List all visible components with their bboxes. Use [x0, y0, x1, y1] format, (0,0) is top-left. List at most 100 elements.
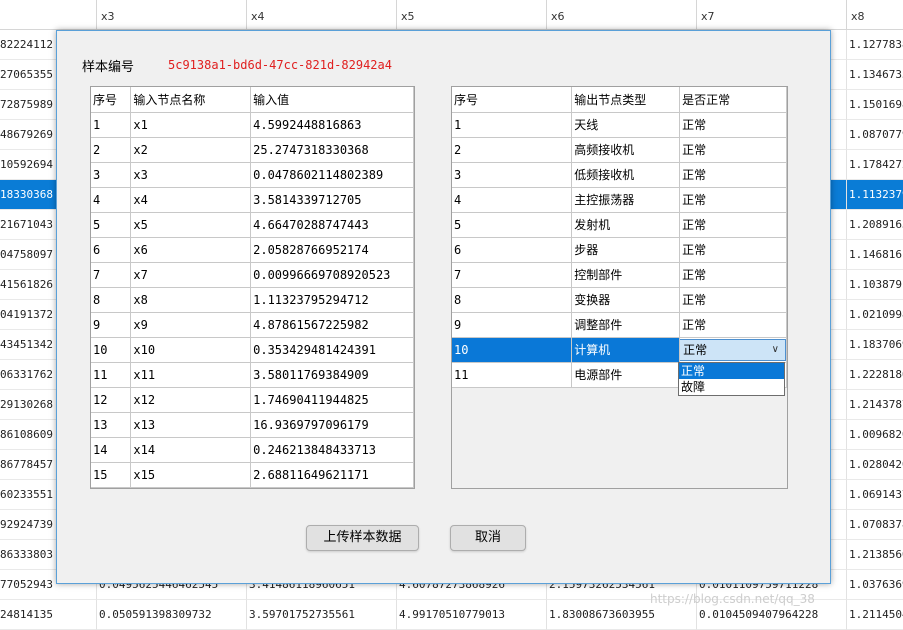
input-value-cell[interactable]: 0.246213848433713 [250, 437, 414, 463]
row-index-cell[interactable]: 1 [452, 112, 573, 138]
status-dropdown-list[interactable]: 正常 故障 [678, 362, 785, 396]
status-cell[interactable]: 正常 [679, 312, 787, 338]
row-index-cell[interactable]: 1 [91, 112, 132, 138]
output-node-type-cell[interactable]: 计算机 [571, 337, 681, 363]
output-table-row[interactable]: 1 天线 正常 [452, 112, 787, 138]
output-node-type-cell[interactable]: 步器 [571, 237, 681, 263]
input-value-cell[interactable]: 3.58011769384909 [250, 362, 414, 388]
row-index-cell[interactable]: 9 [91, 312, 132, 338]
status-cell[interactable]: 正常 [679, 137, 787, 163]
output-node-grid[interactable]: 序号 输出节点类型 是否正常 1 天线 正常 2 高频接收机 正常 3 低频接收机 正常 4 主控振… [451, 86, 788, 489]
output-node-type-cell[interactable]: 调整部件 [571, 312, 681, 338]
input-value-cell[interactable]: 1.11323795294712 [250, 287, 414, 313]
input-node-name-cell[interactable]: x14 [130, 437, 252, 463]
row-index-cell[interactable]: 5 [452, 212, 573, 238]
input-node-name-cell[interactable]: x10 [130, 337, 252, 363]
row-index-cell[interactable]: 11 [91, 362, 132, 388]
input-table-row[interactable]: 8 x8 1.11323795294712 [91, 287, 414, 313]
row-index-cell[interactable]: 8 [91, 287, 132, 313]
status-cell[interactable]: 正常 ∨ [679, 337, 787, 363]
input-table-row[interactable]: 5 x5 4.66470288747443 [91, 212, 414, 238]
input-value-cell[interactable]: 25.2747318330368 [250, 137, 414, 163]
input-node-name-cell[interactable]: x11 [130, 362, 252, 388]
output-table-row[interactable]: 8 变换器 正常 [452, 287, 787, 313]
input-table-row[interactable]: 14 x14 0.246213848433713 [91, 437, 414, 463]
output-table-row[interactable]: 7 控制部件 正常 [452, 262, 787, 288]
input-value-cell[interactable]: 16.9369797096179 [250, 412, 414, 438]
cancel-button[interactable]: 取消 [450, 525, 526, 551]
input-value-cell[interactable]: 2.68811649621171 [250, 462, 414, 488]
upload-sample-button[interactable]: 上传样本数据 [306, 525, 419, 551]
input-node-name-cell[interactable]: x9 [130, 312, 252, 338]
input-value-cell[interactable]: 2.05828766952174 [250, 237, 414, 263]
column-header[interactable]: 是否正常 [679, 87, 787, 113]
background-column-header[interactable]: x3 [97, 0, 247, 30]
input-node-name-cell[interactable]: x5 [130, 212, 252, 238]
input-table-row[interactable]: 7 x7 0.00996669708920523 [91, 262, 414, 288]
background-column-header[interactable]: x7 [697, 0, 847, 30]
output-node-type-cell[interactable]: 发射机 [571, 212, 681, 238]
input-node-name-cell[interactable]: x15 [130, 462, 252, 488]
row-index-cell[interactable]: 8 [452, 287, 573, 313]
row-index-cell[interactable]: 7 [452, 262, 573, 288]
input-table-row[interactable]: 12 x12 1.74690411944825 [91, 387, 414, 413]
row-index-cell[interactable]: 6 [91, 237, 132, 263]
chevron-down-icon[interactable]: ∨ [772, 340, 779, 360]
output-node-type-cell[interactable]: 高频接收机 [571, 137, 681, 163]
row-index-cell[interactable]: 7 [91, 262, 132, 288]
input-value-cell[interactable]: 1.74690411944825 [250, 387, 414, 413]
input-node-name-cell[interactable]: x12 [130, 387, 252, 413]
input-value-cell[interactable]: 4.87861567225982 [250, 312, 414, 338]
status-cell[interactable]: 正常 [679, 162, 787, 188]
output-table-row[interactable]: 5 发射机 正常 [452, 212, 787, 238]
status-cell[interactable]: 正常 [679, 287, 787, 313]
row-index-cell[interactable]: 3 [91, 162, 132, 188]
input-table-row[interactable]: 4 x4 3.5814339712705 [91, 187, 414, 213]
row-index-cell[interactable]: 2 [91, 137, 132, 163]
row-index-cell[interactable]: 10 [452, 337, 573, 363]
row-index-cell[interactable]: 3 [452, 162, 573, 188]
status-combobox[interactable]: 正常 ∨ [679, 338, 786, 361]
input-node-name-cell[interactable]: x7 [130, 262, 252, 288]
input-node-name-cell[interactable]: x3 [130, 162, 252, 188]
input-node-name-cell[interactable]: x6 [130, 237, 252, 263]
background-column-header[interactable]: x4 [247, 0, 397, 30]
row-index-cell[interactable]: 13 [91, 412, 132, 438]
input-table-row[interactable]: 10 x10 0.353429481424391 [91, 337, 414, 363]
background-column-header[interactable]: x8 [847, 0, 903, 30]
input-table-row[interactable]: 15 x15 2.68811649621171 [91, 462, 414, 488]
status-cell[interactable]: 正常 [679, 262, 787, 288]
column-header[interactable]: 输出节点类型 [571, 87, 681, 113]
input-table-row[interactable]: 1 x1 4.5992448816863 [91, 112, 414, 138]
row-index-cell[interactable]: 6 [452, 237, 573, 263]
input-node-name-cell[interactable]: x2 [130, 137, 252, 163]
output-table-row[interactable]: 6 步器 正常 [452, 237, 787, 263]
input-value-cell[interactable]: 3.5814339712705 [250, 187, 414, 213]
row-index-cell[interactable]: 5 [91, 212, 132, 238]
input-node-name-cell[interactable]: x4 [130, 187, 252, 213]
input-table-row[interactable]: 3 x3 0.0478602114802389 [91, 162, 414, 188]
input-table-row[interactable]: 11 x11 3.58011769384909 [91, 362, 414, 388]
row-index-cell[interactable]: 4 [452, 187, 573, 213]
background-column-header[interactable]: x6 [547, 0, 697, 30]
row-index-cell[interactable]: 10 [91, 337, 132, 363]
column-header[interactable]: 输入值 [250, 87, 414, 113]
column-header[interactable]: 序号 [452, 87, 573, 113]
input-node-name-cell[interactable]: x8 [130, 287, 252, 313]
output-node-type-cell[interactable]: 控制部件 [571, 262, 681, 288]
input-table-row[interactable]: 2 x2 25.2747318330368 [91, 137, 414, 163]
output-node-type-cell[interactable]: 电源部件 [571, 362, 681, 388]
output-node-type-cell[interactable]: 变换器 [571, 287, 681, 313]
row-index-cell[interactable]: 15 [91, 462, 132, 488]
output-table-row[interactable]: 4 主控振荡器 正常 [452, 187, 787, 213]
input-node-name-cell[interactable]: x1 [130, 112, 252, 138]
row-index-cell[interactable]: 12 [91, 387, 132, 413]
status-cell[interactable]: 正常 [679, 187, 787, 213]
status-cell[interactable]: 正常 [679, 212, 787, 238]
dropdown-option[interactable]: 正常 [679, 363, 784, 379]
background-column-header[interactable] [0, 0, 97, 30]
row-index-cell[interactable]: 4 [91, 187, 132, 213]
output-table-row[interactable]: 3 低频接收机 正常 [452, 162, 787, 188]
status-cell[interactable]: 正常 [679, 112, 787, 138]
input-table-row[interactable]: 9 x9 4.87861567225982 [91, 312, 414, 338]
